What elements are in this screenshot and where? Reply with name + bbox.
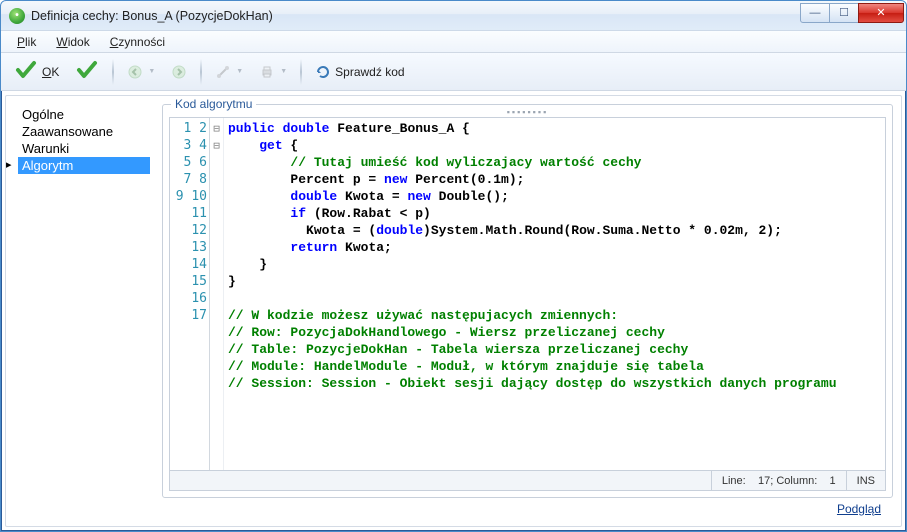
status-mode: INS (846, 471, 885, 490)
chevron-down-icon: ▼ (280, 68, 287, 75)
refresh-icon (315, 64, 331, 80)
nav-item-conditions[interactable]: Warunki (18, 140, 150, 157)
drag-handle[interactable]: ▪▪▪▪▪▪▪▪ (507, 107, 549, 117)
separator (112, 59, 114, 85)
menu-file[interactable]: Plik (9, 33, 44, 51)
check-icon (75, 58, 99, 85)
editor-statusbar: Line: 17; Column: 1 INS (169, 471, 886, 491)
editor-group: Kod algorytmu ▪▪▪▪▪▪▪▪ 1 2 3 4 5 6 7 8 9… (162, 104, 893, 498)
check-icon (14, 58, 38, 85)
nav-panel: Ogólne Zaawansowane Warunki Algorytm (14, 104, 154, 518)
apply-button[interactable] (68, 58, 106, 86)
nav-item-algorithm[interactable]: Algorytm (18, 157, 150, 174)
tools-icon (215, 64, 231, 80)
arrow-right-icon (171, 64, 187, 80)
line-gutter: 1 2 3 4 5 6 7 8 9 10 11 12 13 14 15 16 1… (170, 118, 210, 470)
titlebar: • Definicja cechy: Bonus_A (PozycjeDokHa… (1, 1, 906, 31)
arrow-left-icon (127, 64, 143, 80)
window-title: Definicja cechy: Bonus_A (PozycjeDokHan) (31, 9, 801, 23)
check-code-label: Sprawdź kod (335, 65, 404, 79)
maximize-button[interactable]: ☐ (829, 3, 859, 23)
close-button[interactable]: ✕ (858, 3, 904, 23)
app-icon: • (9, 8, 25, 24)
menu-actions[interactable]: Czynności (102, 33, 173, 51)
print-button[interactable]: ▼ (252, 58, 294, 86)
nav-forward-button[interactable] (164, 58, 194, 86)
app-window: • Definicja cechy: Bonus_A (PozycjeDokHa… (0, 0, 907, 532)
code-area[interactable]: public double Feature_Bonus_A { get { //… (224, 118, 885, 470)
nav-back-button[interactable]: ▼ (120, 58, 162, 86)
nav-item-advanced[interactable]: Zaawansowane (18, 123, 150, 140)
chevron-down-icon: ▼ (148, 68, 155, 75)
menubar: Plik Widok Czynności (1, 31, 906, 53)
content-area: Ogólne Zaawansowane Warunki Algorytm Kod… (5, 95, 902, 527)
toolbar: OK ▼ ▼ (1, 53, 906, 91)
window-controls: — ☐ ✕ (801, 3, 904, 23)
ok-label: OK (42, 65, 59, 79)
footer: Podgląd (162, 498, 893, 518)
separator (200, 59, 202, 85)
check-code-button[interactable]: Sprawdź kod (308, 58, 411, 86)
menu-view[interactable]: Widok (48, 33, 97, 51)
minimize-button[interactable]: — (800, 3, 830, 23)
fold-column[interactable]: ⊟ ⊟ (210, 118, 224, 470)
tools-button[interactable]: ▼ (208, 58, 250, 86)
status-line: Line: 17; Column: 1 (711, 471, 846, 490)
code-editor[interactable]: 1 2 3 4 5 6 7 8 9 10 11 12 13 14 15 16 1… (169, 117, 886, 471)
ok-button[interactable]: OK (7, 58, 66, 86)
printer-icon (259, 64, 275, 80)
separator (300, 59, 302, 85)
chevron-down-icon: ▼ (236, 68, 243, 75)
group-legend: Kod algorytmu (171, 97, 256, 111)
preview-link[interactable]: Podgląd (837, 502, 881, 516)
nav-item-general[interactable]: Ogólne (18, 106, 150, 123)
